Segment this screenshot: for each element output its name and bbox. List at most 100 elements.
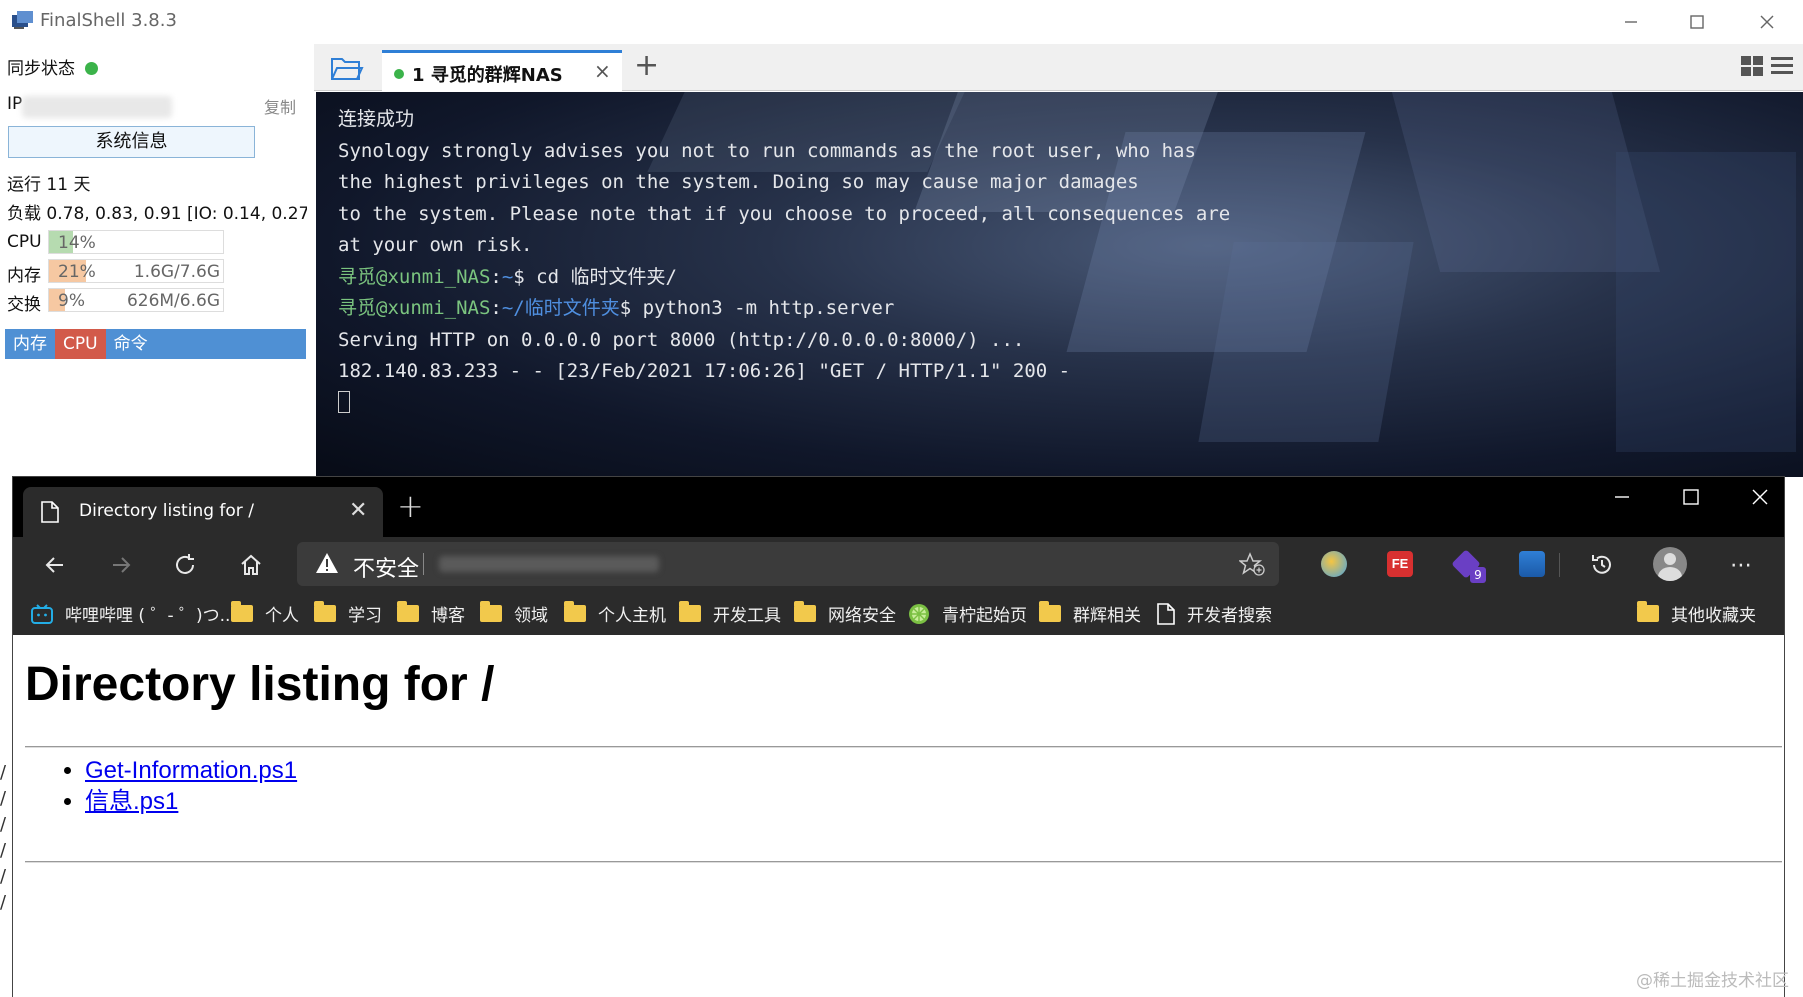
browser-tab[interactable]: Directory listing for / ✕: [23, 487, 383, 537]
copy-ip-button[interactable]: 复制: [264, 94, 296, 118]
bookmark-label: 个人主机: [598, 606, 666, 626]
forward-button[interactable]: [105, 549, 137, 581]
page-content: Directory listing for / Get-Information.…: [13, 635, 1784, 997]
refresh-button[interactable]: [169, 549, 201, 581]
bookmark-folder[interactable]: 学习: [314, 601, 382, 626]
bookmark-folder[interactable]: 个人主机: [564, 601, 666, 626]
extension-fe-icon[interactable]: FE: [1387, 551, 1413, 577]
other-bookmarks[interactable]: 其他收藏夹: [1637, 601, 1756, 626]
sync-status: 同步状态: [7, 54, 98, 79]
file-list: Get-Information.ps1 信息.ps1: [85, 755, 297, 817]
file-link[interactable]: 信息.ps1: [85, 788, 178, 815]
home-button[interactable]: [235, 549, 267, 581]
history-button[interactable]: [1586, 549, 1618, 581]
bookmark-folder[interactable]: 个人: [231, 601, 299, 626]
page-icon: [41, 501, 59, 523]
minimize-button[interactable]: [1595, 0, 1667, 44]
prompt-command: $ cd 临时文件夹/: [513, 265, 677, 288]
bookmark-folder[interactable]: 开发工具: [679, 601, 781, 626]
profile-avatar[interactable]: [1653, 547, 1687, 581]
bilibili-icon: [31, 603, 53, 624]
refresh-icon: [176, 554, 194, 574]
close-button[interactable]: [1731, 0, 1803, 44]
history-icon: [1592, 555, 1611, 574]
minimize-icon: [1615, 496, 1629, 498]
swap-label: 交换: [7, 295, 41, 315]
new-tab-icon[interactable]: +: [397, 487, 424, 525]
close-tab-icon[interactable]: ×: [594, 59, 611, 83]
bookmark-label: 领域: [514, 606, 548, 626]
extension-blue-icon[interactable]: [1519, 551, 1545, 577]
prompt-sep: :: [490, 297, 502, 319]
session-tab[interactable]: 1 寻觅的群辉NAS ×: [382, 50, 622, 91]
terminal-line: Serving HTTP on 0.0.0.0 port 8000 (http:…: [338, 328, 1025, 351]
bookmark-folder[interactable]: 网络安全: [794, 601, 896, 626]
tab-command[interactable]: 命令: [106, 329, 156, 359]
url-redacted: [439, 556, 659, 572]
folder-icon: [231, 601, 253, 622]
bookmark-folder[interactable]: 博客: [397, 601, 465, 626]
address-divider: [423, 553, 424, 575]
bookmark-label: 博客: [431, 606, 465, 626]
address-bar[interactable]: 不安全: [297, 542, 1279, 586]
system-info-button[interactable]: 系统信息: [8, 126, 255, 158]
terminal-line: to the system. Please note that if you c…: [338, 202, 1231, 225]
bookmark-label: 个人: [265, 606, 299, 626]
swap-amount: 626M/6.6G: [126, 291, 220, 311]
arrow-left-icon: [45, 557, 63, 573]
tab-cpu[interactable]: CPU: [55, 329, 106, 359]
grid-layout-icon[interactable]: [1741, 56, 1763, 76]
page-heading: Directory listing for /: [25, 658, 495, 711]
watermark: @稀土掘金技术社区: [1636, 971, 1789, 991]
ip-value-redacted: [22, 96, 172, 118]
prompt-path: ~/临时文件夹: [501, 297, 620, 319]
prompt-user: 寻觅@xunmi_NAS: [338, 297, 491, 319]
memory-label: 内存: [7, 266, 41, 286]
terminal-output: 连接成功 Synology strongly advises you not to…: [338, 104, 1230, 419]
prompt-path: ~: [501, 265, 514, 288]
close-tab-icon[interactable]: ✕: [349, 498, 367, 523]
folder-icon: [480, 601, 502, 622]
browser-close-button[interactable]: [1725, 477, 1795, 517]
browser-window: Directory listing for / ✕ + 不安全 FE 9 ⋯ 哔…: [13, 477, 1784, 997]
bookmark-label: 哔哩哔哩 ( ゜- ゜)つ...: [65, 606, 236, 626]
bookmark-label: 学习: [348, 606, 382, 626]
add-tab-icon[interactable]: +: [634, 48, 659, 83]
file-link[interactable]: Get-Information.ps1: [85, 757, 297, 784]
load-text: 负载 0.78, 0.83, 0.91 [IO: 0.14, 0.27..: [7, 204, 307, 224]
more-menu-icon[interactable]: ⋯: [1725, 549, 1757, 581]
left-edge-glyphs: / / / / / /: [0, 760, 12, 916]
bookmark-lime-start[interactable]: 青柠起始页: [908, 601, 1027, 626]
page-icon: [1157, 602, 1175, 625]
bookmark-bilibili[interactable]: 哔哩哔哩 ( ゜- ゜)つ...: [31, 601, 236, 626]
open-folder-icon[interactable]: [330, 54, 364, 82]
session-tab-label: 1 寻觅的群辉NAS: [412, 65, 563, 86]
tab-memory[interactable]: 内存: [5, 329, 55, 359]
layout-switcher: [1741, 56, 1793, 76]
list-layout-icon[interactable]: [1771, 56, 1793, 76]
close-icon: [1752, 489, 1768, 505]
folder-icon: [1637, 601, 1659, 622]
add-favorite-icon[interactable]: [1239, 552, 1265, 576]
prompt-user: 寻觅@xunmi_NAS: [338, 265, 491, 288]
cpu-meter: 14%: [48, 230, 224, 254]
terminal-line: at your own risk.: [338, 234, 533, 256]
divider: [25, 746, 1782, 748]
maximize-button[interactable]: [1661, 0, 1733, 44]
browser-maximize-button[interactable]: [1656, 477, 1726, 517]
terminal-cursor-line: [338, 388, 1230, 420]
window-title: FinalShell 3.8.3: [40, 10, 177, 31]
back-button[interactable]: [39, 549, 71, 581]
bookmark-dev-search[interactable]: 开发者搜索: [1157, 601, 1272, 626]
extension-earth-icon[interactable]: [1321, 551, 1347, 577]
bookmark-folder[interactable]: 群辉相关: [1039, 601, 1141, 626]
security-status[interactable]: 不安全: [353, 551, 419, 583]
close-icon: [1760, 15, 1774, 29]
bookmark-folder[interactable]: 领域: [480, 601, 548, 626]
terminal[interactable]: 连接成功 Synology strongly advises you not to…: [316, 92, 1803, 477]
bookmarks-bar: 哔哩哔哩 ( ゜- ゜)つ... 个人 学习 博客 领域 个人主机 开发工具 网…: [13, 591, 1784, 635]
terminal-line: 连接成功: [338, 108, 415, 130]
swap-percent: 9%: [58, 291, 85, 311]
browser-minimize-button[interactable]: [1587, 477, 1657, 517]
bookmark-label: 群辉相关: [1073, 606, 1141, 626]
